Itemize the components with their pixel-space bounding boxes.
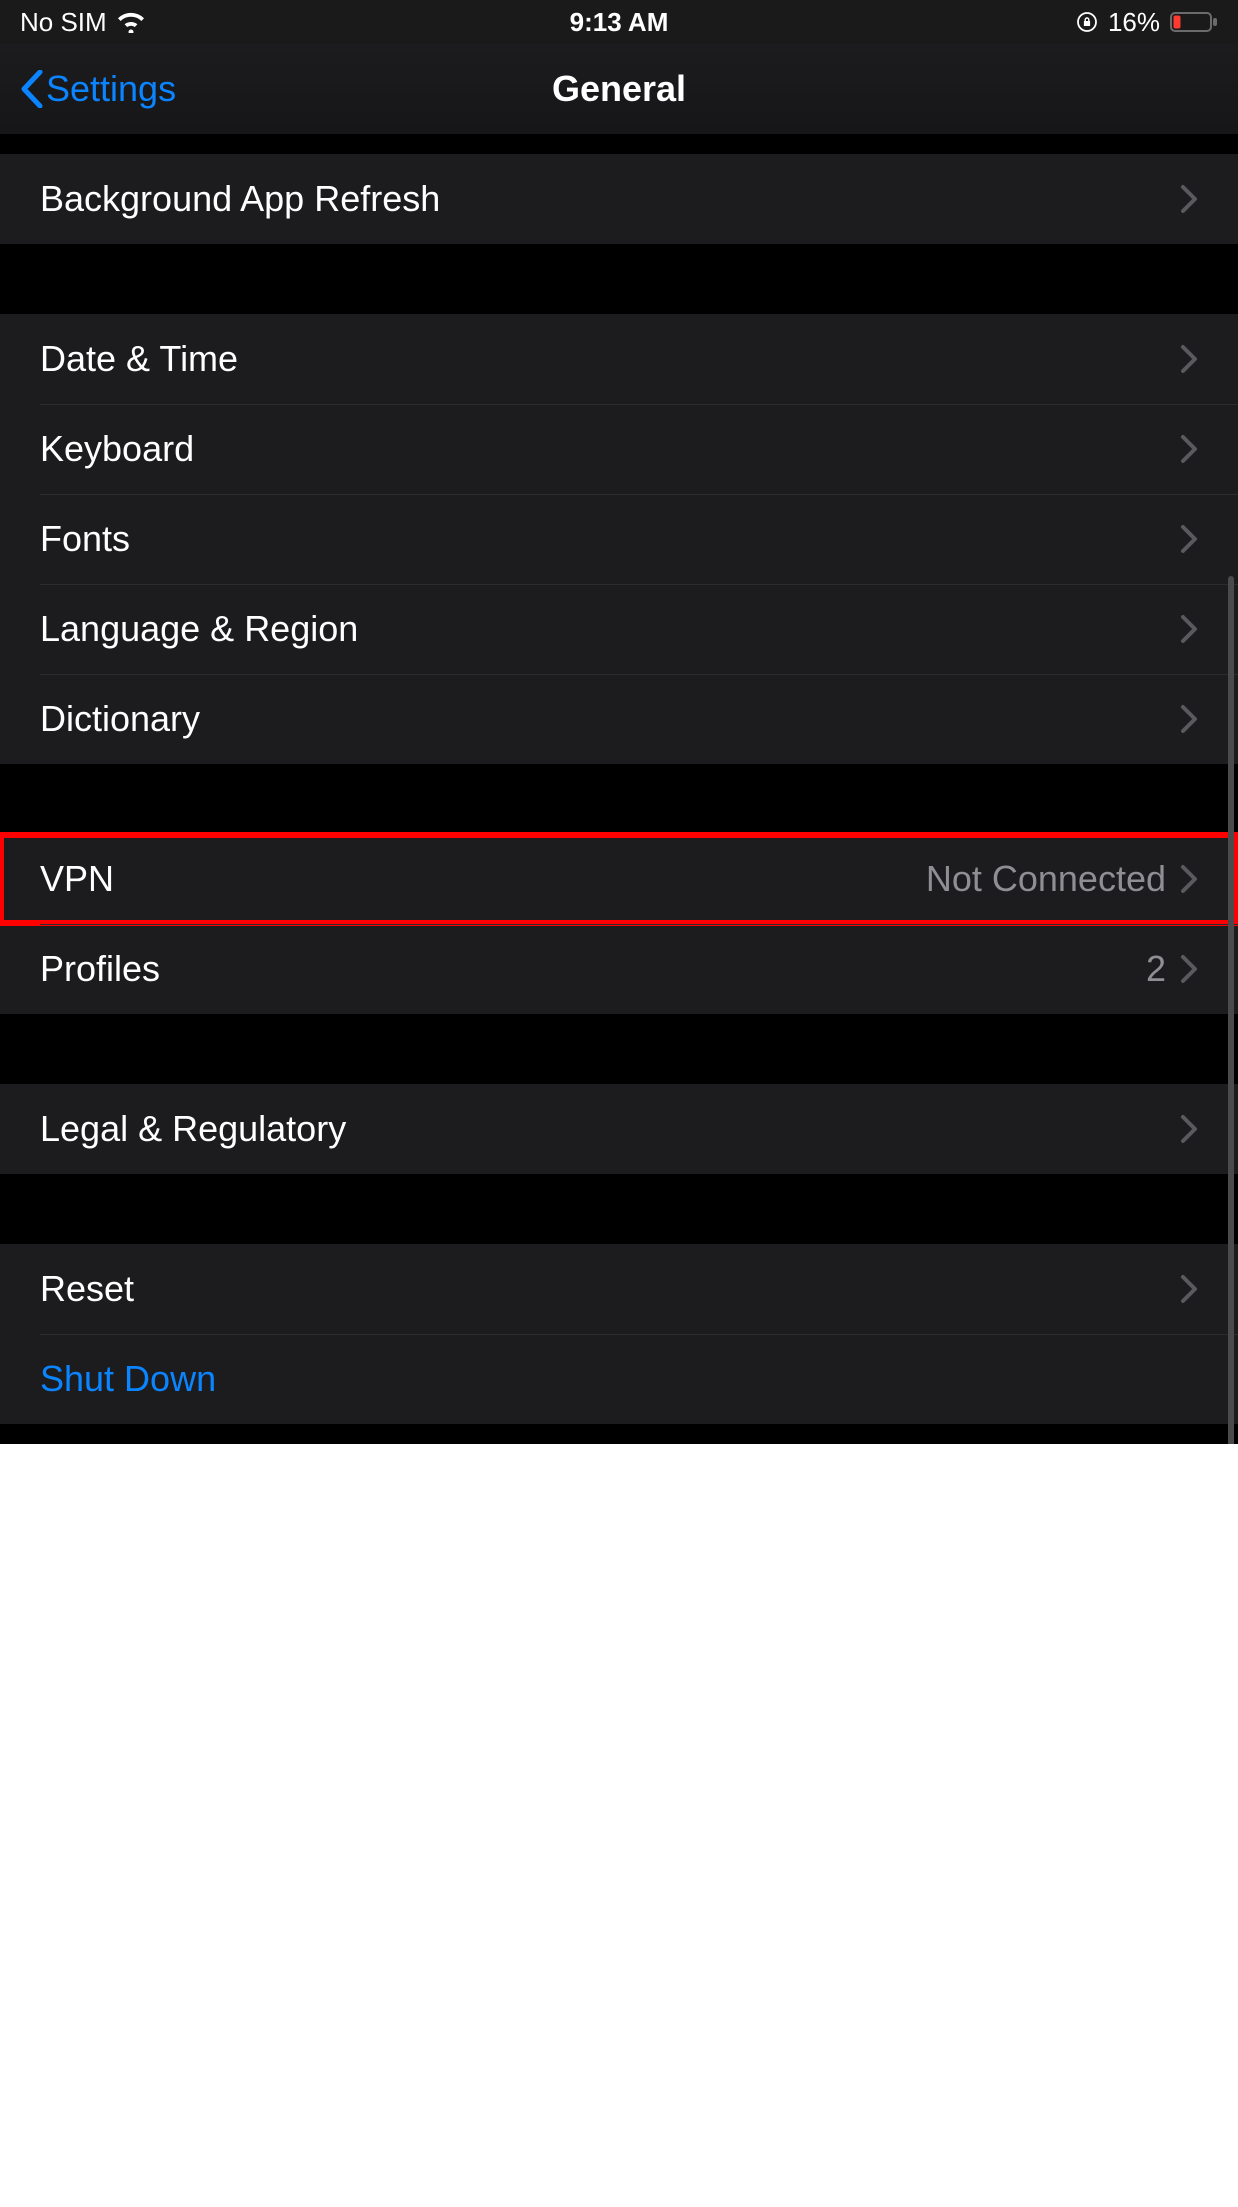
settings-list: Background App Refresh Date & Time Keybo… [0,134,1238,1444]
cell-label: Reset [40,1268,134,1310]
cell-reset[interactable]: Reset [0,1244,1238,1334]
cell-label: VPN [40,858,114,900]
cell-label: Fonts [40,518,130,560]
chevron-right-icon [1180,614,1198,644]
cell-label: Profiles [40,948,160,990]
cell-label: Legal & Regulatory [40,1108,346,1150]
orientation-lock-icon [1076,11,1098,33]
scroll-indicator [1228,576,1234,1446]
cell-profiles[interactable]: Profiles 2 [0,924,1238,1014]
cell-label: Keyboard [40,428,194,470]
cell-detail: 2 [1146,948,1166,990]
page-title: General [552,68,686,110]
cell-date-time[interactable]: Date & Time [0,314,1238,404]
back-label: Settings [46,68,176,110]
chevron-right-icon [1180,344,1198,374]
battery-icon [1170,11,1218,33]
cell-label: Date & Time [40,338,238,380]
cell-detail: Not Connected [926,858,1166,900]
chevron-right-icon [1180,524,1198,554]
cell-fonts[interactable]: Fonts [0,494,1238,584]
cell-background-app-refresh[interactable]: Background App Refresh [0,154,1238,244]
status-time: 9:13 AM [570,7,669,38]
cell-language-region[interactable]: Language & Region [0,584,1238,674]
chevron-right-icon [1180,1114,1198,1144]
cell-label: Language & Region [40,608,358,650]
cell-label: Background App Refresh [40,178,440,220]
cell-keyboard[interactable]: Keyboard [0,404,1238,494]
cell-legal-regulatory[interactable]: Legal & Regulatory [0,1084,1238,1174]
status-bar: No SIM 9:13 AM 16% [0,0,1238,44]
chevron-left-icon [20,70,44,108]
blank-area [0,1444,1238,2207]
chevron-right-icon [1180,1274,1198,1304]
status-sim: No SIM [20,7,107,38]
cell-vpn[interactable]: VPN Not Connected [0,834,1238,924]
cell-dictionary[interactable]: Dictionary [0,674,1238,764]
back-button[interactable]: Settings [20,68,176,110]
chevron-right-icon [1180,184,1198,214]
cell-label: Shut Down [40,1358,216,1400]
chevron-right-icon [1180,864,1198,894]
cell-shut-down[interactable]: Shut Down [0,1334,1238,1424]
status-battery-pct: 16% [1108,7,1160,38]
nav-bar: Settings General [0,44,1238,134]
chevron-right-icon [1180,704,1198,734]
chevron-right-icon [1180,434,1198,464]
chevron-right-icon [1180,954,1198,984]
wifi-icon [117,11,145,33]
cell-label: Dictionary [40,698,200,740]
